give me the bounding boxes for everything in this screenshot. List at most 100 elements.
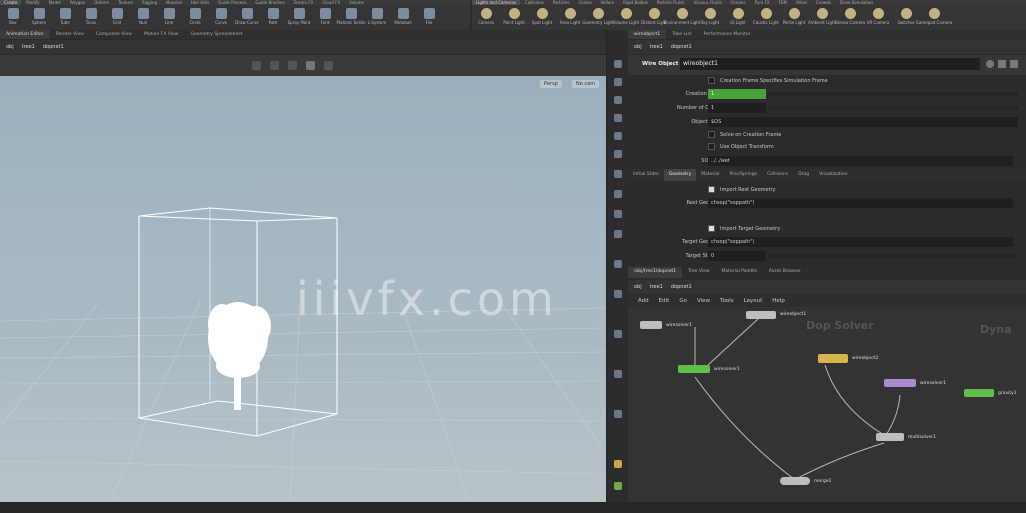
target-stiffness-slider[interactable] [768,254,1018,258]
gear-icon[interactable] [986,60,994,68]
snap-icon[interactable] [252,61,261,70]
light-icon[interactable] [614,132,622,140]
path-obj[interactable]: obj [6,44,14,50]
shelf-tool[interactable]: Circle [182,5,208,30]
creation-frame-slider[interactable] [768,92,1018,96]
handle-icon[interactable] [306,61,315,70]
creation-frame-checkbox[interactable] [708,77,715,84]
section-tab[interactable]: Collisions [762,169,793,181]
shelf-tool[interactable]: Portal Light [780,5,808,30]
shelf-tool[interactable]: Sky Light [696,5,724,30]
pane-tab[interactable]: Performance Monitor [697,30,756,39]
shelf-tool[interactable]: Stereo Camera [835,5,865,30]
menu-edit[interactable]: Edit [659,295,670,307]
shelf-tool[interactable]: Grid [104,5,130,30]
display-icon[interactable] [614,210,622,218]
multisolver-node[interactable] [876,433,904,441]
refresh-icon[interactable] [614,260,622,268]
render-icon[interactable] [614,370,622,378]
shelf-tool[interactable]: Sphere [26,5,52,30]
shelf-tool[interactable]: Box [0,5,26,30]
shelf-tool[interactable]: GI Light [724,5,752,30]
view-icon[interactable] [324,61,333,70]
shading-icon[interactable] [614,230,622,238]
pane-tab[interactable]: Render View [50,30,90,39]
shelf-tool[interactable]: VR Camera [864,5,892,30]
pointer-icon[interactable] [614,78,622,86]
shelf-tool[interactable]: Metaball [390,5,416,30]
lock-icon[interactable] [614,114,622,122]
section-tab[interactable]: Pins/Springs [725,169,762,181]
num-objects-field[interactable]: 1 [708,103,766,113]
merge-node[interactable] [780,477,810,485]
node-name-field[interactable]: wireobject1 [680,58,980,70]
sop-path-field[interactable]: ../../wet [708,156,1013,166]
ghost-icon[interactable] [614,290,622,298]
network-tab[interactable]: Asset Browser [763,267,807,278]
menu-tools[interactable]: Tools [720,295,734,307]
shelf-tool[interactable]: Caustic Light [752,5,780,30]
network-editor[interactable]: Dop Solver Dyna wiresolver1 wireobject1 … [628,307,1026,502]
pane-tab[interactable]: Take List [666,30,697,39]
shelf-tool[interactable]: Gamepad Camera [916,5,952,30]
pane-tab[interactable]: Composite View [90,30,138,39]
path-dopnet1[interactable]: dopnet1 [671,44,692,50]
shelf-tool[interactable]: Torus [78,5,104,30]
grid-icon[interactable] [614,190,622,198]
use-transform-checkbox[interactable] [708,143,715,150]
import-target-checkbox[interactable] [708,225,715,232]
wiresolver-node[interactable] [884,379,916,387]
info-icon[interactable] [1010,60,1018,68]
select-icon[interactable] [270,61,279,70]
cook-icon[interactable] [614,482,622,490]
shelf-tool[interactable]: Spray Paint [286,5,312,30]
shelf-tool[interactable]: Geometry Light [582,5,614,30]
target-stiffness-field[interactable]: 0 [708,251,766,261]
menu-view[interactable]: View [697,295,710,307]
network-tab[interactable]: Tree View [682,267,716,278]
shelf-tool[interactable]: Switcher [892,5,920,30]
pin-icon[interactable] [614,60,622,68]
path-obj[interactable]: obj [634,44,642,50]
selection-icon[interactable] [614,460,622,468]
solve-checkbox[interactable] [708,131,715,138]
shelf-tool[interactable]: Camera [472,5,500,30]
wireobject-node[interactable] [746,311,776,319]
wireobject2-node[interactable] [818,354,848,363]
menu-add[interactable]: Add [638,295,649,307]
pane-tab[interactable]: wireobject1 [628,30,667,39]
rest-geometry-field[interactable]: chsop("soppath") [708,198,1013,208]
path-dopnet1[interactable]: dopnet1 [671,284,692,290]
import-rest-checkbox[interactable] [708,186,715,193]
wiresolver-node[interactable] [640,321,662,329]
menu-layout[interactable]: Layout [744,295,763,307]
pane-tab[interactable]: Geometry Spreadsheet [184,30,248,39]
creation-frame-field[interactable]: 1 [708,89,766,99]
shelf-tool[interactable]: Null [130,5,156,30]
shelf-tool[interactable]: Ambient Light [808,5,836,30]
path-dopnet1[interactable]: dopnet1 [43,44,64,50]
shelf-tool[interactable]: Spot Light [528,5,556,30]
section-tab[interactable]: Geometry [663,169,697,181]
path-tree1[interactable]: tree1 [650,284,663,290]
network-tab[interactable]: /obj/tree1/dopnet1 [628,267,683,278]
menu-help[interactable]: Help [772,295,785,307]
section-tab[interactable]: Material [696,169,724,181]
network-tab[interactable]: Material Palette [716,267,763,278]
num-objects-slider[interactable] [768,106,1018,110]
help-icon[interactable] [998,60,1006,68]
path-tree1[interactable]: tree1 [650,44,663,50]
shelf-tool[interactable]: Area Light [556,5,584,30]
snap-icon[interactable] [614,170,622,178]
shelf-tool[interactable]: Path [260,5,286,30]
camera-icon[interactable] [614,150,622,158]
shelf-tool[interactable]: Platonic Solids [337,5,365,30]
shelf-tool[interactable]: Distant Light [640,5,668,30]
section-tab[interactable]: Drag [793,169,814,181]
shelf-tool[interactable]: Tube [52,5,78,30]
flipbook-icon[interactable] [614,330,622,338]
shelf-tool[interactable]: Font [312,5,338,30]
object-name-field[interactable]: $OS [708,117,1018,127]
path-tree1[interactable]: tree1 [22,44,35,50]
menu-go[interactable]: Go [679,295,687,307]
